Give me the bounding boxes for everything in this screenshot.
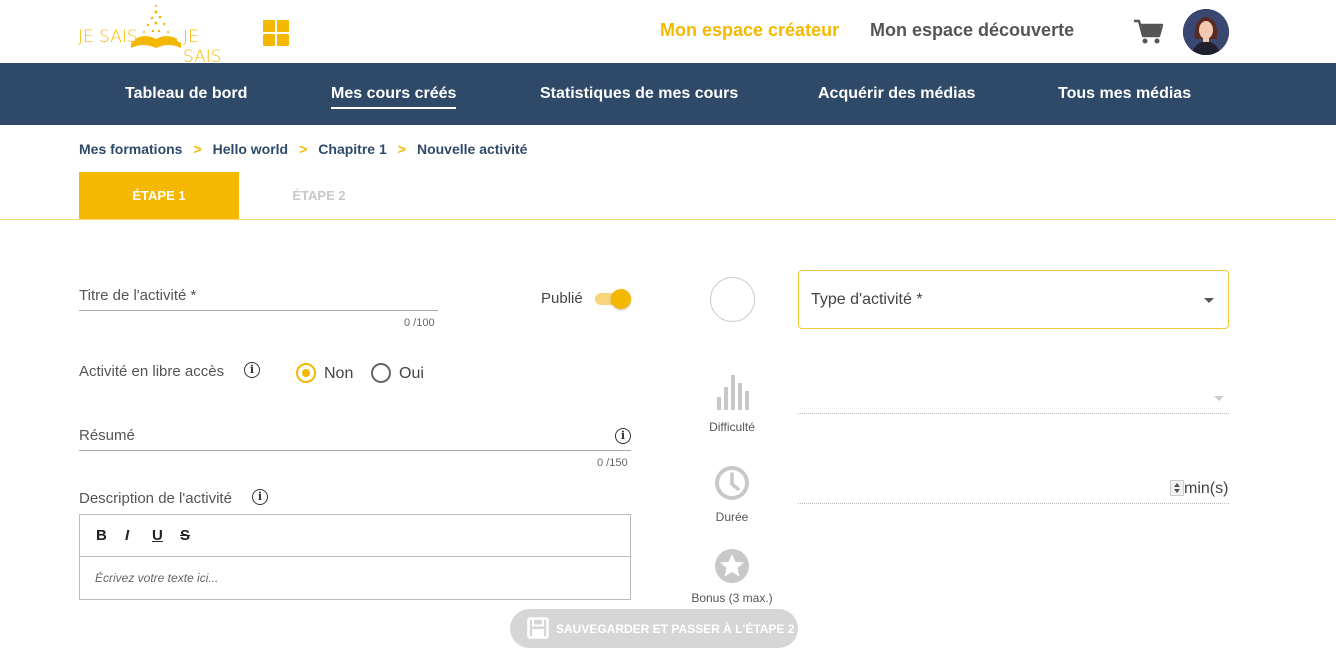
breadcrumb-separator: >: [193, 141, 202, 157]
free-access-yes-radio[interactable]: [371, 363, 391, 383]
difficulty-select[interactable]: [798, 413, 1229, 414]
creator-space-link[interactable]: Mon espace créateur: [660, 20, 839, 41]
breadcrumb-separator: >: [299, 141, 308, 157]
nav-acquire-media[interactable]: Acquérir des médias: [818, 85, 975, 103]
logo-text-right: JE SAIS: [183, 27, 222, 67]
nav-all-media[interactable]: Tous mes médias: [1058, 85, 1191, 103]
free-access-no-radio[interactable]: [296, 363, 316, 383]
open-book-icon: [131, 5, 181, 48]
je-sais-logo[interactable]: JE SAIS JE SAIS: [78, 3, 236, 67]
description-editor[interactable]: B I U S Écrivez votre texte ici...: [79, 514, 631, 600]
title-char-counter: 0 /100: [404, 317, 435, 329]
save-icon: [527, 617, 549, 639]
free-access-label: Activité en libre accès: [79, 363, 225, 380]
editor-placeholder: Écrivez votre texte ici...: [95, 571, 219, 585]
breadcrumb-chapter[interactable]: Chapitre 1: [318, 141, 386, 157]
summary-underline: [79, 450, 631, 451]
info-icon[interactable]: i: [244, 362, 260, 378]
italic-button[interactable]: I: [125, 527, 129, 544]
breadcrumb-current: Nouvelle activité: [416, 141, 528, 157]
activity-type-select[interactable]: Type d'activité *: [798, 270, 1229, 329]
free-access-no-label[interactable]: Non: [324, 365, 353, 383]
save-next-step-button[interactable]: SAUVEGARDER ET PASSER À L'ÉTAPE 2: [510, 609, 798, 648]
description-label: Description de l'activité: [79, 490, 232, 507]
breadcrumb: Mes formations > Hello world > Chapitre 1 > No…: [79, 141, 527, 157]
free-access-yes-label[interactable]: Oui: [399, 365, 424, 383]
breadcrumb-course[interactable]: Hello world: [213, 141, 288, 157]
chevron-down-icon[interactable]: [1214, 396, 1224, 401]
activity-icon-picker[interactable]: [710, 277, 755, 322]
steps-divider: [0, 219, 1336, 220]
clock-icon: [715, 466, 749, 500]
summary-input[interactable]: Résumé: [79, 427, 135, 444]
nav-course-stats[interactable]: Statistiques de mes cours: [540, 85, 738, 103]
info-icon[interactable]: i: [615, 428, 631, 444]
editor-toolbar: B I U S: [80, 515, 630, 557]
breadcrumb-separator: >: [397, 141, 406, 157]
bonus-label: Bonus (3 max.): [691, 591, 773, 605]
duration-unit-label: min(s): [1184, 480, 1229, 497]
cart-icon[interactable]: [1133, 18, 1165, 46]
tab-step-1[interactable]: ÉTAPE 1: [79, 172, 239, 219]
breadcrumb-formations[interactable]: Mes formations: [79, 141, 182, 157]
chevron-down-icon: [1204, 298, 1214, 303]
main-navbar: Tableau de bord Mes cours créés Statisti…: [0, 63, 1336, 125]
tab-step-2[interactable]: ÉTAPE 2: [239, 172, 399, 219]
user-avatar[interactable]: [1183, 9, 1229, 55]
summary-char-counter: 0 /150: [597, 457, 628, 469]
duration-stepper[interactable]: [1170, 480, 1184, 496]
top-header: JE SAIS JE SAIS Mon espace créateur Mon …: [0, 0, 1336, 67]
activity-type-label: Type d'activité *: [811, 291, 923, 308]
published-toggle[interactable]: [595, 289, 631, 309]
save-button-label: SAUVEGARDER ET PASSER À L'ÉTAPE 2: [556, 622, 795, 636]
difficulty-bars-icon: [717, 375, 749, 410]
nav-my-courses[interactable]: Mes cours créés: [331, 85, 457, 109]
activity-title-input[interactable]: Titre de l'activité *: [79, 287, 196, 304]
apps-grid-icon[interactable]: [263, 20, 289, 46]
bold-button[interactable]: B: [96, 527, 107, 544]
nav-dashboard[interactable]: Tableau de bord: [125, 85, 247, 103]
published-label: Publié: [541, 290, 583, 307]
star-icon: [715, 549, 749, 583]
activity-title-underline: [79, 310, 438, 311]
difficulty-label: Difficulté: [709, 420, 755, 434]
discovery-space-link[interactable]: Mon espace découverte: [870, 20, 1074, 41]
strikethrough-button[interactable]: S: [180, 527, 190, 544]
duration-label: Durée: [715, 510, 749, 524]
info-icon[interactable]: i: [252, 489, 268, 505]
underline-button[interactable]: U: [152, 527, 163, 544]
duration-input[interactable]: [798, 503, 1229, 504]
